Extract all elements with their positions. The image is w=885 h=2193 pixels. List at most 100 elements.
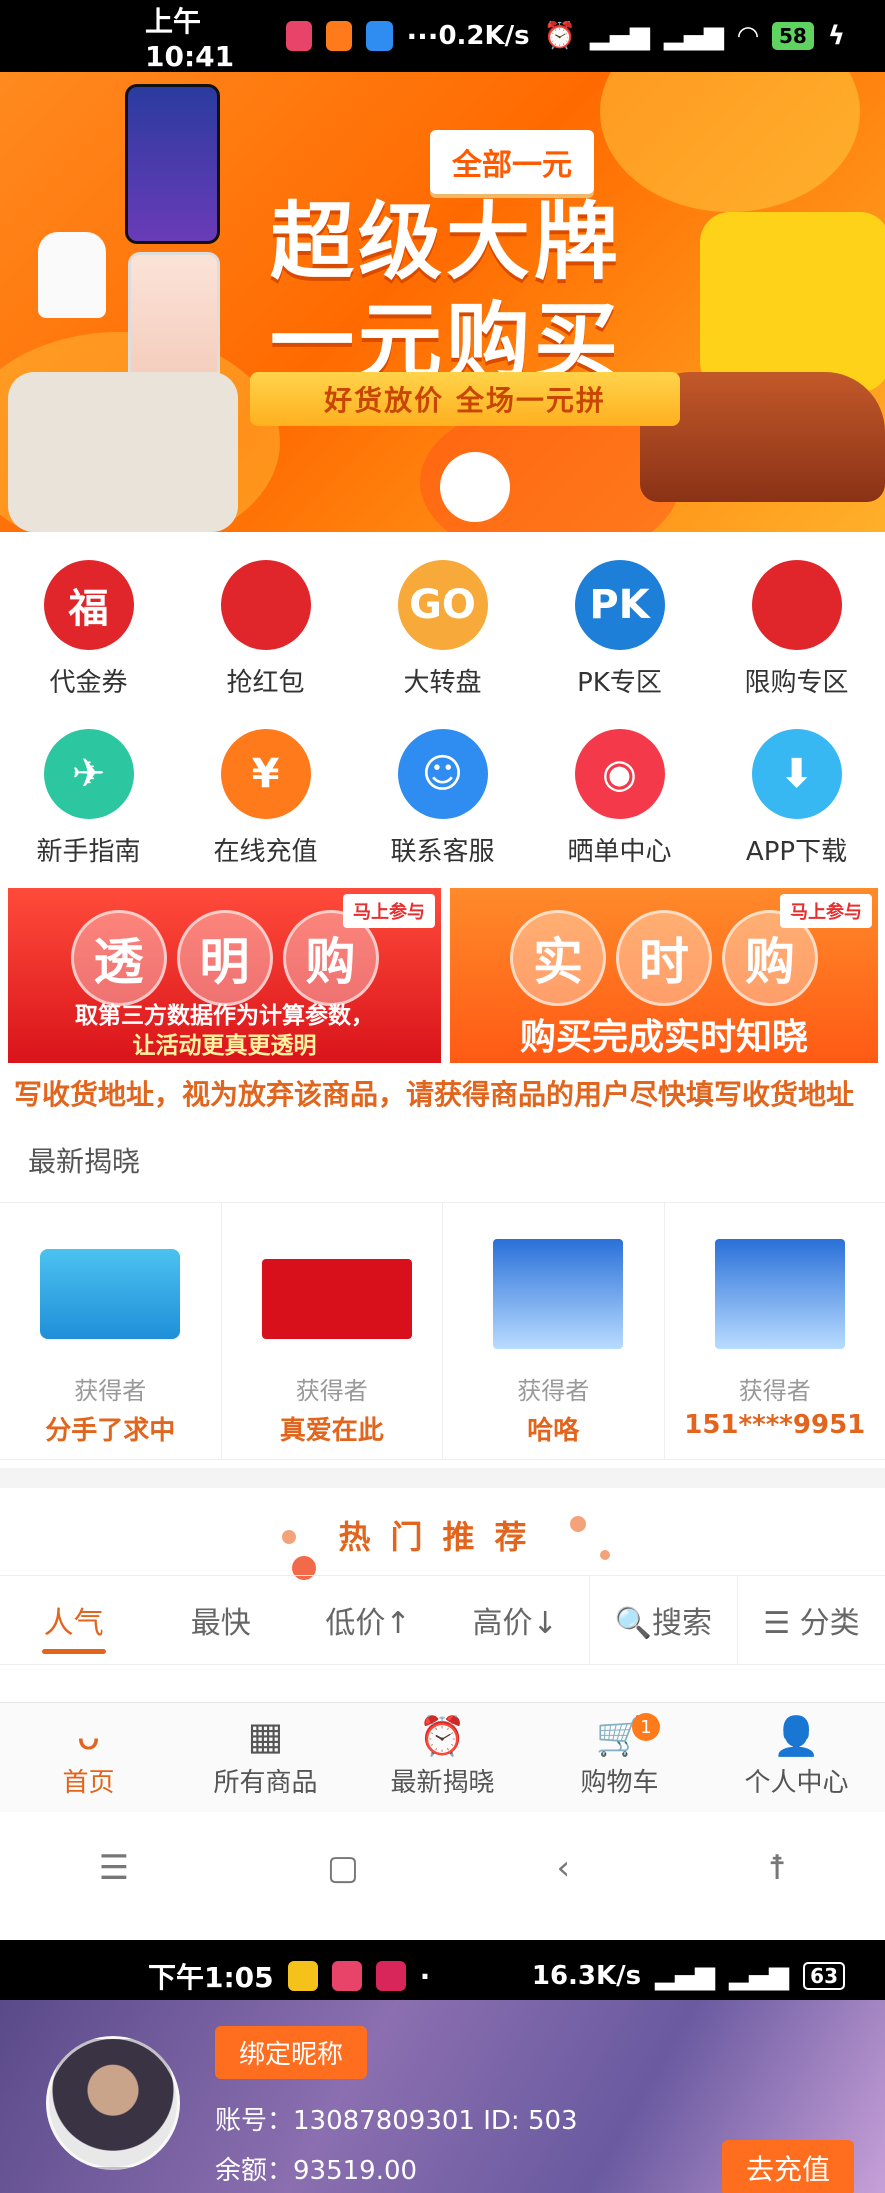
lucky-bag-icon: 福 bbox=[43, 560, 134, 650]
nav-label: 个人中心 bbox=[744, 1768, 849, 1798]
feature-label: 在线充值 bbox=[213, 837, 318, 867]
winner-name: 真爱在此 bbox=[279, 1416, 384, 1446]
realtime-buy-card[interactable]: 马上参与 实 时 购 购买完成实时知晓 bbox=[450, 888, 878, 1063]
account-info: 账号：13087809301 ID: 503 bbox=[215, 2106, 578, 2136]
recharge-button[interactable]: 去充值 bbox=[722, 2140, 855, 2193]
winner-name: 分手了求中 bbox=[45, 1416, 176, 1446]
sort-tab[interactable]: 🔍搜索 bbox=[588, 1576, 737, 1664]
feature-item[interactable]: ◉ 晒单中心 bbox=[531, 729, 708, 868]
winner-caption: 获得者 bbox=[517, 1377, 590, 1405]
winner-card[interactable]: 获得者 分手了求中 bbox=[0, 1203, 222, 1459]
nav-label: 所有商品 bbox=[213, 1768, 318, 1798]
sort-tab[interactable]: 人气 bbox=[0, 1576, 147, 1664]
promo-char: 购 bbox=[282, 910, 379, 1006]
product-image bbox=[473, 1219, 633, 1359]
charging-icon: ϟ bbox=[827, 21, 845, 51]
accessibility-icon[interactable]: ☨ bbox=[768, 1848, 787, 1888]
winner-caption: 获得者 bbox=[738, 1377, 811, 1405]
nav-item[interactable]: ⏰ 最新揭晓 bbox=[354, 1703, 531, 1812]
nav-item[interactable]: ▦ 所有商品 bbox=[177, 1703, 354, 1812]
feature-label: PK专区 bbox=[577, 668, 662, 698]
home-square-icon[interactable]: ▢ bbox=[327, 1848, 359, 1888]
winner-card[interactable]: 获得者 真爱在此 bbox=[222, 1203, 443, 1459]
winner-name: 151****9951 bbox=[684, 1410, 866, 1440]
network-speed: 0.2K/s bbox=[438, 21, 530, 51]
alarm-status-icon: ⏰ bbox=[543, 21, 576, 51]
status-time: 上午10:41 bbox=[145, 4, 235, 73]
nav-item[interactable]: ᴗ 首页 bbox=[0, 1703, 177, 1812]
feature-item[interactable]: 限购专区 bbox=[708, 560, 885, 699]
app-notification-icon bbox=[285, 21, 313, 51]
nav-label: 首页 bbox=[62, 1768, 115, 1798]
sort-tab[interactable]: 最快 bbox=[147, 1576, 294, 1664]
feature-item[interactable]: GO 大转盘 bbox=[354, 560, 531, 699]
promo-text: 购买完成实时知晓 bbox=[519, 1017, 808, 1058]
nav-label: 购物车 bbox=[580, 1768, 659, 1798]
kettle-image bbox=[38, 232, 106, 318]
winner-caption: 获得者 bbox=[295, 1377, 368, 1405]
bear-mascot-image bbox=[440, 452, 510, 522]
banner-tag: 全部一元 bbox=[430, 130, 594, 194]
bind-nickname-button[interactable]: 绑定昵称 bbox=[215, 2026, 368, 2079]
battery-icon: 63 bbox=[803, 1962, 845, 1990]
bottom-navigation: ᴗ 首页 ▦ 所有商品 ⏰ 最新揭晓 🛒 购物车 1 👤 个人中心 bbox=[0, 1702, 885, 1812]
limit-icon bbox=[751, 560, 842, 650]
promo-char: 透 bbox=[70, 910, 167, 1006]
armchair-image bbox=[700, 212, 885, 392]
feature-item[interactable]: PK PK专区 bbox=[531, 560, 708, 699]
banner-slogan: 好货放价 全场一元拼 bbox=[250, 372, 680, 426]
more-notifications: ··· bbox=[406, 19, 439, 53]
winner-name: 哈咯 bbox=[527, 1416, 580, 1446]
back-icon[interactable]: ‹ bbox=[557, 1848, 571, 1888]
promo-char: 明 bbox=[176, 910, 273, 1006]
promo-banner[interactable]: 全部一元 超级大牌 一元购买 好货放价 全场一元拼 bbox=[0, 72, 885, 532]
feature-label: 限购专区 bbox=[744, 668, 849, 698]
menu-icon[interactable]: ☰ bbox=[99, 1848, 129, 1888]
feature-item[interactable]: ☺ 联系客服 bbox=[354, 729, 531, 868]
feature-label: 大转盘 bbox=[403, 668, 482, 698]
network-speed: 16.3K/s bbox=[531, 1961, 642, 1991]
feature-label: APP下载 bbox=[745, 837, 848, 867]
red-envelope-icon bbox=[220, 560, 311, 650]
hot-recommend-title: 热门推荐 bbox=[338, 1518, 547, 1556]
winner-card[interactable]: 获得者 151****9951 bbox=[665, 1203, 885, 1459]
feature-item[interactable]: ✈ 新手指南 bbox=[0, 729, 177, 868]
sort-tab[interactable]: 高价↓ bbox=[442, 1576, 589, 1664]
sort-tab[interactable]: ☰ 分类 bbox=[736, 1576, 885, 1664]
product-image bbox=[695, 1219, 855, 1359]
feature-item[interactable]: 福 代金券 bbox=[0, 560, 177, 699]
feature-item[interactable]: ¥ 在线充值 bbox=[177, 729, 354, 868]
more-notifications: · bbox=[419, 1959, 431, 1993]
pk-icon: PK bbox=[574, 560, 665, 650]
feature-label: 新手指南 bbox=[36, 837, 141, 867]
sort-tabs: 人气 最快 低价↑ 高价↓ 🔍搜索 ☰ 分类 bbox=[0, 1575, 885, 1665]
promo-char: 实 bbox=[510, 910, 606, 1006]
nav-item[interactable]: 👤 个人中心 bbox=[708, 1703, 885, 1812]
nav-item[interactable]: 🛒 购物车 1 bbox=[531, 1703, 708, 1812]
transparent-buy-card[interactable]: 马上参与 透 明 购 取第三方数据作为计算参数， 让活动更真更透明 bbox=[8, 888, 441, 1063]
feature-item[interactable]: 抢红包 bbox=[177, 560, 354, 699]
feature-label: 晒单中心 bbox=[567, 837, 672, 867]
signal-icon: ▂▄▆ bbox=[729, 1961, 790, 1991]
promo-text: 让活动更真更透明 bbox=[132, 1033, 317, 1059]
balance-info: 余额：93519.00 bbox=[215, 2156, 418, 2186]
winner-card[interactable]: 获得者 哈咯 bbox=[443, 1203, 665, 1459]
status-bar: 上午10:41 ··· 0.2K/s ⏰ ▂▄▆ ▂▄▆ ◠ 58 ϟ bbox=[0, 0, 885, 73]
headset-icon: ☺ bbox=[397, 729, 488, 819]
signal-icon: ▂▄▆ bbox=[655, 1961, 716, 1991]
wheel-icon: GO bbox=[397, 560, 488, 650]
download-icon: ⬇ bbox=[751, 729, 842, 819]
nav-label: 最新揭晓 bbox=[390, 1768, 495, 1798]
feature-item[interactable]: ⬇ APP下载 bbox=[708, 729, 885, 868]
signal-icon: ▂▄▆ bbox=[664, 21, 724, 51]
hot-recommend-header: 热门推荐 bbox=[0, 1500, 885, 1580]
latest-winners-list: 获得者 分手了求中 获得者 真爱在此 获得者 哈咯 获得者 151****995… bbox=[0, 1202, 885, 1460]
feature-label: 抢红包 bbox=[226, 668, 305, 698]
grid-icon: ▦ bbox=[247, 1714, 284, 1758]
alarm-icon: ⏰ bbox=[418, 1714, 467, 1758]
camera-icon: ◉ bbox=[574, 729, 665, 819]
promo-char: 购 bbox=[722, 910, 818, 1006]
signal-icon: ▂▄▆ bbox=[590, 21, 650, 51]
avatar[interactable] bbox=[46, 2036, 180, 2170]
sort-tab[interactable]: 低价↑ bbox=[294, 1576, 441, 1664]
